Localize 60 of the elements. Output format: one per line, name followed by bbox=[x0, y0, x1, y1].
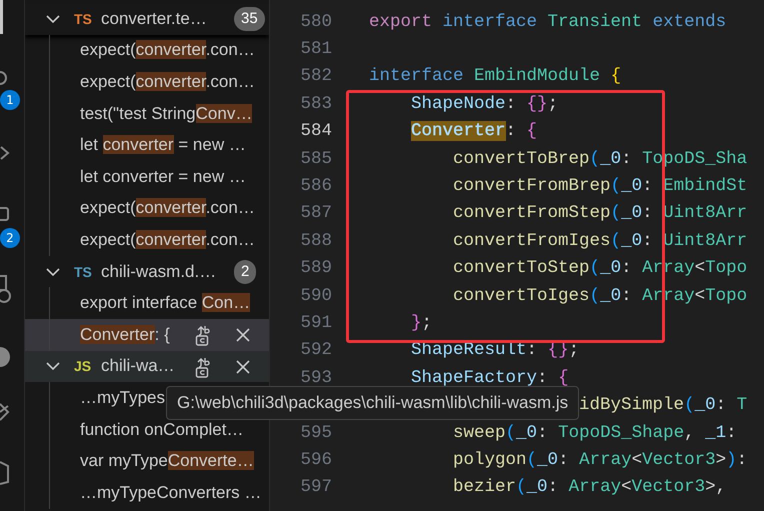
line-number: 595 bbox=[299, 422, 332, 443]
file-name: chili-wasm.d.… bbox=[101, 262, 216, 282]
line-number: 588 bbox=[299, 230, 332, 251]
file-result-header[interactable]: JS chili-wa… bbox=[25, 350, 269, 382]
file-name: converter.te… bbox=[101, 8, 207, 29]
search-match[interactable]: test("test StringConv… bbox=[25, 98, 269, 130]
replace-icon[interactable] bbox=[195, 356, 211, 378]
chevron-icon[interactable] bbox=[0, 145, 10, 161]
code-line: polygon(_0: Array<Vector3>): bbox=[453, 450, 748, 470]
code-line: ShapeFactory: { bbox=[411, 368, 569, 388]
code-line: ShapeNode: {}; bbox=[411, 94, 558, 114]
search-match[interactable]: expect(converter.con… bbox=[25, 34, 269, 66]
match-count: 2 bbox=[234, 260, 256, 284]
line-number: 591 bbox=[299, 312, 332, 333]
notification-badge: 2 bbox=[0, 228, 20, 248]
file-name: chili-wa… bbox=[101, 356, 175, 376]
close-icon[interactable] bbox=[235, 358, 251, 375]
line-number: 585 bbox=[299, 148, 332, 169]
notification-badge: 1 bbox=[0, 90, 20, 110]
code-line: convertFromBrep(_0: EmbindSt bbox=[453, 176, 748, 196]
search-match[interactable]: Converter: { bbox=[25, 318, 269, 351]
search-match[interactable]: let converter = new … bbox=[25, 129, 269, 161]
code-line: export interface Transient extends bbox=[369, 12, 726, 32]
search-match[interactable]: var myTypeConverte… bbox=[25, 445, 269, 477]
line-number: 582 bbox=[299, 66, 332, 86]
line-number: 583 bbox=[299, 94, 332, 114]
file-result-header[interactable]: TS converter.te… 35 bbox=[25, 3, 269, 35]
code-line: convertFromIges(_0: Uint8Arr bbox=[453, 230, 748, 251]
line-number: 597 bbox=[299, 477, 332, 498]
search-match[interactable]: let converter = new … bbox=[25, 160, 269, 193]
code-line: idBySimple(_0: T bbox=[579, 395, 748, 416]
code-line: bezier(_0: Array<Vector3>, bbox=[453, 477, 726, 498]
close-icon[interactable] bbox=[235, 326, 251, 343]
code-line: convertFromStep(_0: Uint8Arr bbox=[453, 203, 748, 224]
match-count: 35 bbox=[234, 6, 265, 31]
line-number: 590 bbox=[299, 286, 332, 306]
line-number: 596 bbox=[299, 450, 332, 470]
code-line: sweep(_0: TopoDS_Shape, _1: bbox=[453, 422, 737, 443]
file-type-icon: TS bbox=[74, 10, 96, 27]
search-match[interactable]: …myTypeConverters … bbox=[25, 476, 269, 508]
search-match[interactable]: expect(converter.con… bbox=[25, 192, 269, 224]
line-number: 593 bbox=[299, 368, 332, 388]
line-number: 589 bbox=[299, 258, 332, 278]
file-result-header[interactable]: TS chili-wasm.d.… 2 bbox=[25, 256, 269, 288]
code-line: }; bbox=[411, 312, 432, 333]
search-match[interactable]: expect(converter.con… bbox=[25, 224, 269, 256]
active-indicator bbox=[0, 0, 3, 34]
code-line: interface EmbindModule { bbox=[369, 66, 622, 86]
line-number: 584 bbox=[299, 121, 332, 142]
path-tooltip: G:\web\chili3d\packages\chili-wasm\lib\chili-wasm.js bbox=[166, 386, 580, 420]
replace-icon[interactable] bbox=[195, 324, 211, 346]
line-number: 580 bbox=[299, 12, 332, 32]
line-number: 587 bbox=[299, 203, 332, 224]
line-number: 592 bbox=[299, 340, 332, 360]
search-match[interactable]: expect(converter.con… bbox=[25, 66, 269, 98]
code-line: Converter: { bbox=[411, 121, 538, 142]
line-number: 586 bbox=[299, 176, 332, 196]
file-type-icon: JS bbox=[74, 358, 96, 374]
file-type-icon: TS bbox=[74, 264, 96, 280]
line-number: 581 bbox=[299, 39, 332, 60]
